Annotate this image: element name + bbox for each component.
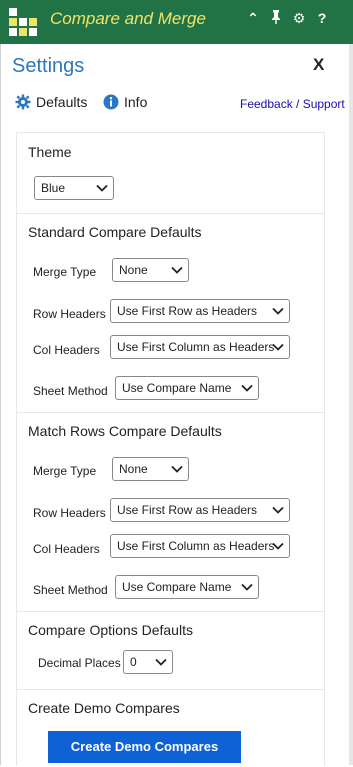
page-title: Settings [12, 55, 85, 77]
col-headers-select[interactable]: Use First Column as Headers [110, 534, 290, 558]
collapse-icon[interactable]: ⌃ [246, 10, 260, 27]
col-headers-value: Use First Column as Headers [117, 539, 275, 553]
match-rows-title: Match Rows Compare Defaults [28, 423, 222, 439]
chevron-down-icon [96, 184, 108, 192]
chevron-down-icon [171, 266, 183, 274]
feedback-support-link[interactable]: Feedback / Support [240, 97, 345, 111]
sheet-method-label: Sheet Method [33, 583, 108, 597]
sheet-method-select[interactable]: Use Compare Name [115, 575, 259, 599]
theme-select[interactable]: Blue [34, 176, 114, 200]
pin-icon[interactable] [269, 10, 283, 27]
chevron-down-icon [272, 307, 284, 315]
merge-type-value: None [119, 263, 148, 277]
help-icon[interactable]: ? [315, 10, 329, 27]
settings-panel: Theme Blue Standard Compare Defaults Mer… [16, 132, 325, 766]
col-headers-label: Col Headers [33, 542, 100, 556]
compare-options-section: Compare Options Defaults Decimal Places … [17, 611, 324, 690]
demo-title: Create Demo Compares [28, 700, 180, 716]
decimal-places-select[interactable]: 0 [123, 650, 173, 674]
chevron-down-icon [272, 542, 284, 550]
app-logo-icon [9, 8, 39, 36]
tab-info-label: Info [124, 94, 148, 110]
merge-type-label: Merge Type [33, 265, 97, 279]
row-headers-label: Row Headers [33, 506, 106, 520]
merge-type-label: Merge Type [33, 464, 97, 478]
row-headers-value: Use First Row as Headers [117, 503, 258, 517]
tab-defaults[interactable]: Defaults [15, 94, 87, 110]
row-headers-label: Row Headers [33, 307, 106, 321]
tab-info[interactable]: Info [103, 94, 147, 110]
chevron-down-icon [272, 343, 284, 351]
sheet-method-select[interactable]: Use Compare Name [115, 376, 259, 400]
chevron-down-icon [272, 506, 284, 514]
title-bar: Compare and Merge ⌃ ⚙ ? [0, 0, 353, 44]
gear-icon[interactable]: ⚙ [292, 10, 306, 27]
standard-compare-section: Standard Compare Defaults Merge Type Non… [17, 213, 324, 413]
titlebar-actions: ⌃ ⚙ ? [246, 10, 329, 27]
create-demo-compares-button[interactable]: Create Demo Compares [48, 731, 241, 763]
theme-section: Theme Blue [17, 133, 324, 213]
sheet-method-label: Sheet Method [33, 384, 108, 398]
gear-icon [15, 94, 31, 110]
pane-border [0, 44, 1, 765]
tab-defaults-label: Defaults [36, 94, 88, 110]
standard-compare-title: Standard Compare Defaults [28, 224, 202, 240]
compare-options-title: Compare Options Defaults [28, 622, 193, 638]
col-headers-label: Col Headers [33, 343, 100, 357]
match-rows-section: Match Rows Compare Defaults Merge Type N… [17, 412, 324, 612]
chevron-down-icon [241, 384, 253, 392]
merge-type-select[interactable]: None [112, 258, 189, 282]
chevron-down-icon [171, 465, 183, 473]
chevron-down-icon [155, 658, 167, 666]
scrollbar[interactable] [349, 44, 353, 765]
merge-type-select[interactable]: None [112, 457, 189, 481]
merge-type-value: None [119, 462, 148, 476]
decimal-places-label: Decimal Places [38, 656, 121, 670]
close-button[interactable]: X [313, 55, 324, 75]
info-icon [103, 94, 119, 110]
theme-title: Theme [28, 144, 72, 160]
col-headers-select[interactable]: Use First Column as Headers [110, 335, 290, 359]
chevron-down-icon [241, 583, 253, 591]
row-headers-value: Use First Row as Headers [117, 304, 258, 318]
app-title: Compare and Merge [50, 9, 206, 28]
row-headers-select[interactable]: Use First Row as Headers [110, 498, 290, 522]
row-headers-select[interactable]: Use First Row as Headers [110, 299, 290, 323]
col-headers-value: Use First Column as Headers [117, 340, 275, 354]
theme-select-value: Blue [41, 181, 66, 195]
sheet-method-value: Use Compare Name [122, 381, 232, 395]
sheet-method-value: Use Compare Name [122, 580, 232, 594]
decimal-places-value: 0 [130, 655, 137, 669]
